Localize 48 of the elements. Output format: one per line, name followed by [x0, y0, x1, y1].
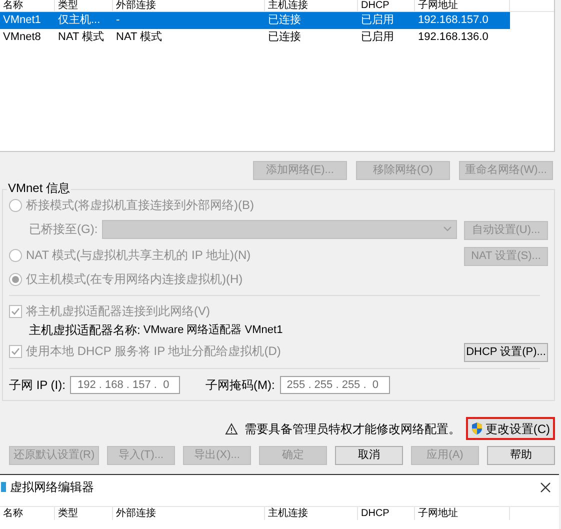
column-header[interactable]: 子网地址 — [415, 0, 510, 11]
subnet-ip-field[interactable]: 192 . 168 . 157 . 0 — [70, 376, 180, 394]
table-row[interactable]: VMnet8 NAT 模式 NAT 模式 已连接 已启用 192.168.136.0 — [0, 29, 510, 46]
admin-warning-text: 需要具备管理员特权才能修改网络配置。 — [244, 420, 460, 438]
column-header[interactable]: DHCP — [358, 507, 415, 520]
window-title: 虚拟网络编辑器 — [10, 479, 94, 496]
table-cell-text: - — [115, 13, 121, 28]
checkbox-label: 使用本地 DHCP 服务将 IP 地址分配给虚拟机(D) — [26, 343, 281, 360]
radio-label: NAT 模式(与虚拟机共享主机的 IP 地址)(N) — [26, 247, 251, 264]
subnet-ip-label: 子网 IP (I): — [9, 377, 66, 394]
table-cell-text: NAT 模式 — [57, 30, 106, 46]
subnet-mask-label: 子网掩码(M): — [205, 377, 275, 394]
table-cell-text: 仅主机... — [57, 12, 102, 28]
column-header[interactable]: 名称 — [0, 0, 55, 11]
column-header[interactable]: 类型 — [55, 507, 113, 520]
subnet-mask-field[interactable]: 255 . 255 . 255 . 0 — [280, 376, 390, 394]
warning-icon — [225, 422, 238, 434]
column-header[interactable]: 主机连接 — [265, 507, 358, 520]
table-cell-text: NAT 模式 — [115, 30, 164, 46]
table-cell-text: 已连接 — [267, 30, 302, 46]
radio-label: 仅主机模式(在专用网络内连接虚拟机)(H) — [26, 271, 243, 288]
group-title: VMnet 信息 — [7, 181, 72, 195]
table-cell-text: 已启用 — [360, 12, 395, 28]
shield-icon — [471, 422, 484, 435]
table-cell-text: 192.168.136.0 — [417, 30, 490, 46]
checkbox-label: 将主机虚拟适配器连接到此网络(V) — [26, 303, 210, 320]
dialog-button[interactable]: 帮助 — [487, 446, 555, 465]
dialog-button[interactable]: DHCP 设置(P)... — [464, 342, 548, 362]
table-cell-text: VMnet8 — [2, 30, 42, 46]
table-cell-text: 已启用 — [360, 30, 395, 46]
table-cell-text: 192.168.157.0 — [417, 13, 490, 28]
dialog-button[interactable]: 取消 — [335, 446, 403, 465]
close-icon[interactable] — [540, 482, 551, 492]
chevron-down-icon — [442, 226, 452, 232]
bridge-label: 已桥接至(G): — [29, 221, 98, 238]
table-cell-text: 已连接 — [267, 12, 302, 28]
network-app-icon — [1, 480, 7, 494]
column-header[interactable]: 外部连接 — [113, 507, 265, 520]
column-header[interactable]: DHCP — [358, 0, 415, 11]
adapter-name-label: 主机虚拟适配器名称: — [29, 322, 140, 339]
change-settings-button[interactable]: 更改设置(C) — [466, 417, 555, 440]
column-header[interactable]: 类型 — [55, 0, 113, 11]
adapter-name-value: VMware 网络适配器 VMnet1 — [143, 322, 283, 338]
column-header[interactable]: 名称 — [0, 507, 55, 520]
radio-label: 桥接模式(将虚拟机直接连接到外部网络)(B) — [26, 197, 254, 214]
column-header[interactable]: 子网地址 — [415, 507, 510, 520]
table-row[interactable]: VMnet1 仅主机... - 已连接 已启用 192.168.157.0 — [0, 12, 510, 29]
table-cell-text: VMnet1 — [2, 13, 42, 28]
